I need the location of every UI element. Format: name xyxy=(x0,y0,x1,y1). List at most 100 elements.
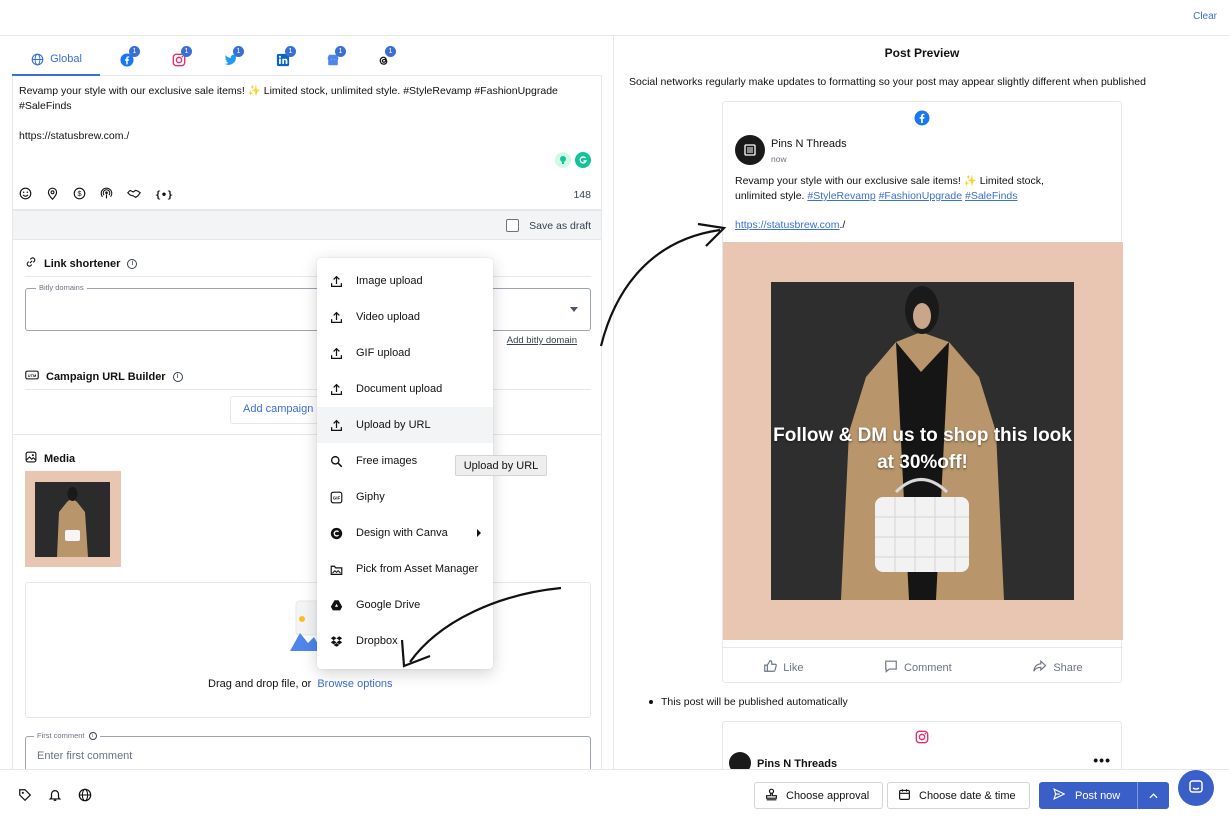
menu-item-dropbox[interactable]: Dropbox xyxy=(317,623,493,659)
first-comment-label: First comment xyxy=(37,731,85,740)
info-icon[interactable]: i xyxy=(172,371,183,382)
google-drive-icon xyxy=(330,599,343,612)
menu-item-image-upload[interactable]: Image upload xyxy=(317,263,493,299)
tab-global[interactable]: Global xyxy=(12,44,100,76)
menu-item-design-with-canva[interactable]: Design with Canva xyxy=(317,515,493,551)
link-shortener-heading: Link shortener i xyxy=(25,256,138,271)
hashtag-link[interactable]: #FashionUpgrade xyxy=(879,190,962,202)
utm-icon: UTM xyxy=(25,369,39,384)
menu-item-video-upload[interactable]: Video upload xyxy=(317,299,493,335)
globe-icon[interactable] xyxy=(78,788,92,805)
dollar-icon[interactable]: $ xyxy=(73,187,86,203)
share-label: Share xyxy=(1053,661,1083,674)
bitly-domains-legend: Bitly domains xyxy=(36,283,87,292)
menu-item-giphy[interactable]: GIF Giphy xyxy=(317,479,493,515)
post-text[interactable]: Revamp your style with our exclusive sal… xyxy=(19,84,599,144)
page-name: Pins N Threads xyxy=(771,138,847,150)
chat-support-button[interactable] xyxy=(1178,770,1214,806)
comment-icon xyxy=(884,659,898,676)
divider xyxy=(12,434,602,435)
tab-twitter[interactable]: 1 xyxy=(220,44,244,76)
menu-item-asset-manager[interactable]: Pick from Asset Manager xyxy=(317,551,493,587)
like-button[interactable]: Like xyxy=(763,659,803,676)
chevron-down-icon[interactable] xyxy=(570,307,578,312)
menu-item-label: Google Drive xyxy=(356,599,421,611)
preview-panel: Post Preview Social networks regularly m… xyxy=(615,36,1229,769)
menu-item-gif-upload[interactable]: GIF upload xyxy=(317,335,493,371)
first-comment-field[interactable]: First comment i Enter first comment xyxy=(25,731,591,769)
comment-button[interactable]: Comment xyxy=(884,659,952,676)
hashtag-link[interactable]: #StyleRevamp xyxy=(807,190,875,202)
save-as-draft[interactable]: Save as draft xyxy=(506,219,591,232)
tab-linkedin[interactable]: 1 xyxy=(272,44,296,76)
draft-checkbox[interactable] xyxy=(506,219,520,232)
post-link-suffix: ./ xyxy=(839,219,846,231)
character-count: 148 xyxy=(573,189,591,201)
emoji-icon[interactable] xyxy=(19,187,32,203)
tab-badge: 1 xyxy=(233,46,244,57)
preview-title: Post Preview xyxy=(884,46,960,60)
draft-bar: Save as draft xyxy=(12,210,602,240)
first-comment-input[interactable]: Enter first comment xyxy=(37,750,132,762)
post-link[interactable]: https://statusbrew.com./ xyxy=(735,219,845,231)
post-text-line2: unlimited style. xyxy=(735,190,805,202)
menu-item-label: Giphy xyxy=(356,491,385,503)
svg-text:UTM: UTM xyxy=(28,373,36,378)
menu-item-document-upload[interactable]: Document upload xyxy=(317,371,493,407)
post-link-url[interactable]: https://statusbrew.com xyxy=(735,219,839,231)
link-shortener-title: Link shortener xyxy=(44,257,121,270)
variable-icon[interactable]: {•} xyxy=(155,190,173,201)
more-options-icon[interactable]: ••• xyxy=(1093,752,1111,768)
tab-instagram[interactable]: 1 xyxy=(168,44,192,76)
tab-facebook[interactable]: 1 xyxy=(116,44,140,76)
share-button[interactable]: Share xyxy=(1032,659,1083,676)
link-icon xyxy=(25,256,37,271)
podcast-icon[interactable] xyxy=(100,187,113,203)
info-icon[interactable]: i xyxy=(127,258,138,269)
post-now-button[interactable]: Post now xyxy=(1039,782,1169,809)
tab-google-business[interactable]: 1 xyxy=(322,44,346,76)
grammarly-icon[interactable] xyxy=(575,152,591,168)
tab-badge: 1 xyxy=(385,46,396,57)
choose-approval-button[interactable]: Choose approval xyxy=(754,782,883,809)
tab-badge: 1 xyxy=(285,46,296,57)
clear-link[interactable]: Clear xyxy=(1193,11,1217,22)
choose-approval-label: Choose approval xyxy=(786,789,870,802)
divider xyxy=(25,389,591,390)
drop-text: Drag and drop file, or xyxy=(208,678,312,690)
tag-icon[interactable] xyxy=(18,788,32,805)
comment-label: Comment xyxy=(904,661,952,674)
menu-item-label: Pick from Asset Manager xyxy=(356,563,479,575)
tab-threads[interactable]: 1 xyxy=(372,44,396,76)
like-label: Like xyxy=(783,661,804,674)
thumbnail-image xyxy=(35,482,110,557)
location-icon[interactable] xyxy=(46,187,59,203)
dropbox-icon xyxy=(330,635,343,648)
post-now-main[interactable]: Post now xyxy=(1039,782,1137,809)
footer-bar: Choose approval Choose date & time Post … xyxy=(0,769,1229,820)
first-comment-legend: First comment i xyxy=(34,731,100,740)
bitly-domains-select[interactable]: Bitly domains xyxy=(25,283,591,331)
add-bitly-domain-link[interactable]: Add bitly domain xyxy=(507,335,577,346)
hashtag-link[interactable]: #SaleFinds xyxy=(965,190,1018,202)
bell-icon[interactable] xyxy=(48,788,62,805)
lightbulb-icon[interactable] xyxy=(555,152,571,168)
info-icon[interactable]: i xyxy=(88,731,97,740)
menu-item-label: Design with Canva xyxy=(356,527,448,539)
handshake-icon[interactable] xyxy=(127,187,142,203)
choose-date-time-button[interactable]: Choose date & time xyxy=(887,782,1030,809)
menu-item-label: Dropbox xyxy=(356,635,398,647)
search-icon xyxy=(330,455,343,468)
facebook-preview-card: Pins N Threads now Revamp your style wit… xyxy=(722,101,1123,683)
post-editor[interactable]: Revamp your style with our exclusive sal… xyxy=(12,76,602,210)
menu-item-upload-by-url[interactable]: Upload by URL xyxy=(317,407,493,443)
grammarly-widget[interactable] xyxy=(555,152,591,168)
media-drop-zone[interactable]: Drag and drop file, or Browse options xyxy=(25,582,591,718)
auto-publish-note: This post will be published automaticall… xyxy=(649,696,848,708)
post-options-toggle[interactable] xyxy=(1137,782,1169,809)
browse-options-link[interactable]: Browse options xyxy=(317,678,392,690)
menu-item-google-drive[interactable]: Google Drive xyxy=(317,587,493,623)
media-thumbnail[interactable] xyxy=(25,471,121,567)
send-icon xyxy=(1053,788,1066,803)
chevron-right-icon xyxy=(477,529,481,537)
